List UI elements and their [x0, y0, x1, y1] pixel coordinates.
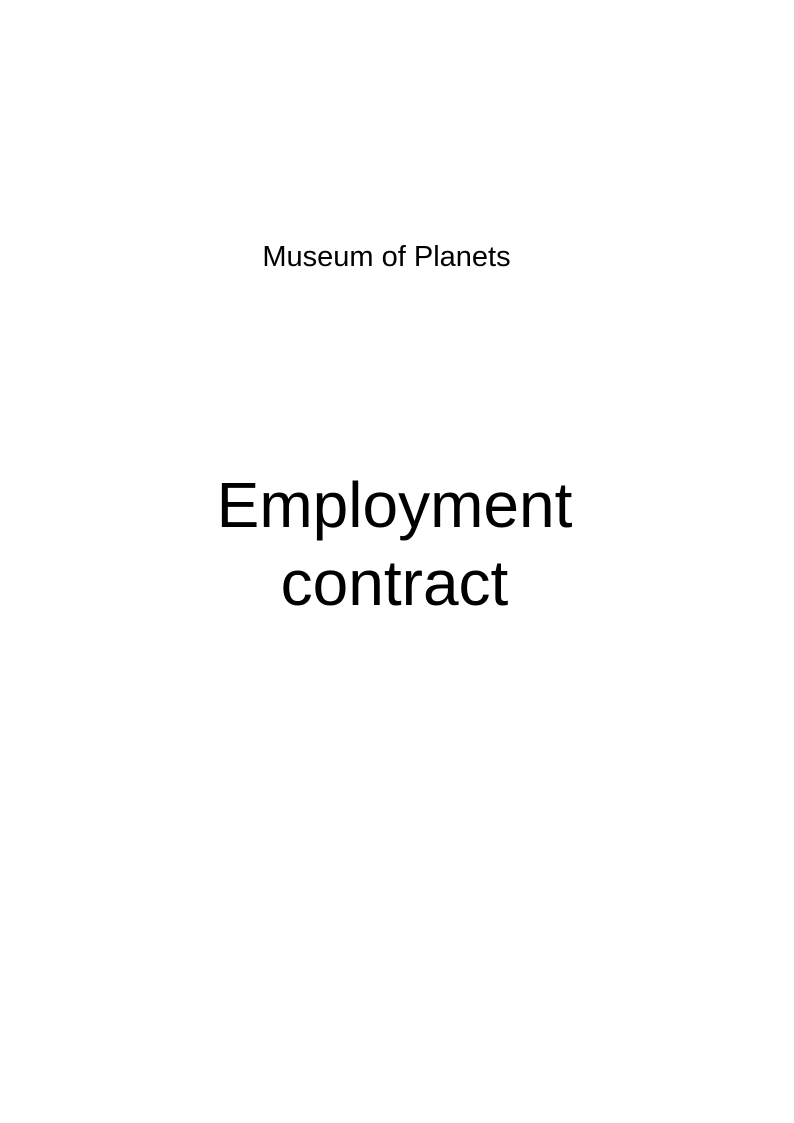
- document-title-line-1: Employment: [216, 469, 573, 541]
- document-title: Employment contract: [0, 466, 789, 622]
- organization-name: Museum of Planets: [262, 241, 511, 273]
- document-title-line-2: contract: [280, 547, 509, 619]
- document-page: Museum of Planets Employment contract: [0, 0, 794, 1123]
